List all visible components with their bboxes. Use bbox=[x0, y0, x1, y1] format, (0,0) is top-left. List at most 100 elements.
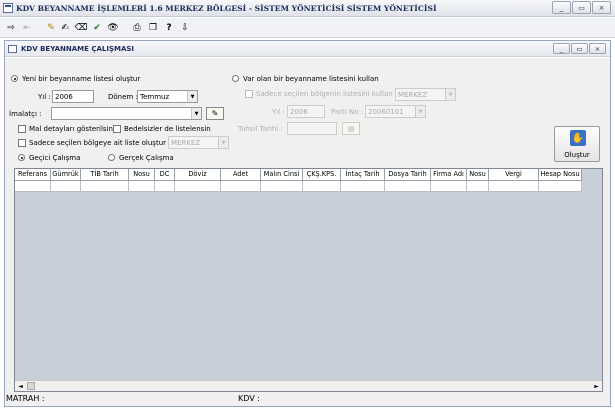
form-minimize-button[interactable]: _ bbox=[553, 43, 570, 54]
period-label: Dönem : bbox=[108, 93, 138, 101]
main-window: KDV BEYANNAME İŞLEMLERİ 1.6 MERKEZ BÖLGE… bbox=[0, 0, 615, 412]
close-button[interactable]: × bbox=[592, 1, 611, 14]
region-select[interactable]: MERKEZ ▼ bbox=[168, 136, 229, 149]
grid-cell[interactable] bbox=[155, 181, 175, 192]
form-close-button[interactable]: × bbox=[589, 43, 606, 54]
help-icon[interactable]: ? bbox=[162, 21, 176, 35]
grid-col-nosu[interactable]: Nosu bbox=[129, 169, 155, 181]
toolbar: ⇨ ⇤ ✎ ✍ ⌫ ✔ 👁 ⎙ ❐ ? ⇩ bbox=[0, 18, 615, 38]
form-window-controls: _ ▭ × bbox=[553, 43, 606, 54]
year-label: Yıl : bbox=[38, 93, 51, 101]
edit-icon[interactable]: ✍ bbox=[58, 21, 72, 35]
grid-cell[interactable] bbox=[341, 181, 385, 192]
existing-region-value: MERKEZ bbox=[398, 91, 428, 99]
checkbox-region[interactable] bbox=[18, 139, 26, 147]
edit-form-icon: ✎ bbox=[211, 109, 219, 118]
grid-cell[interactable] bbox=[15, 181, 51, 192]
year-input[interactable]: 2006 bbox=[52, 90, 94, 103]
grid-col-intac-tarih[interactable]: İntaç Tarih bbox=[341, 169, 385, 181]
grid-cell[interactable] bbox=[129, 181, 155, 192]
grid-cell[interactable] bbox=[303, 181, 341, 192]
radio-gecici[interactable] bbox=[18, 154, 25, 161]
grid-col-nosu-2[interactable]: Nosu bbox=[467, 169, 489, 181]
radio-new-list[interactable] bbox=[11, 75, 18, 82]
tahsil-input[interactable] bbox=[287, 122, 337, 135]
grid-col-tib-tarih[interactable]: TİB Tarih bbox=[81, 169, 129, 181]
existing-year-input[interactable]: 2006 bbox=[287, 105, 325, 118]
grid-cell[interactable] bbox=[431, 181, 467, 192]
grid-cell[interactable] bbox=[221, 181, 261, 192]
checkbox-region-label: Sadece seçilen bölgeye ait liste oluştur bbox=[29, 139, 167, 147]
disabled-icon[interactable]: ⇤ bbox=[20, 21, 34, 35]
form-maximize-button[interactable]: ▭ bbox=[571, 43, 588, 54]
maker-select[interactable]: ▼ bbox=[51, 107, 202, 120]
existing-region-select[interactable]: MERKEZ ▼ bbox=[395, 88, 456, 101]
checkbox-existing-region[interactable] bbox=[245, 90, 253, 98]
checkbox-mal-detay-label: Mal detayları gösterilsin bbox=[29, 125, 113, 133]
window-icon[interactable]: ❐ bbox=[146, 21, 160, 35]
existing-parti-select[interactable]: 20060101 ▼ bbox=[365, 105, 426, 118]
grid-col-cks-kps[interactable]: ÇKŞ.KPS. bbox=[303, 169, 341, 181]
binoculars-icon[interactable]: 👁 bbox=[106, 21, 120, 35]
region-value: MERKEZ bbox=[171, 139, 201, 147]
table-row[interactable] bbox=[15, 181, 582, 192]
door-icon[interactable]: ⇩ bbox=[178, 21, 192, 35]
radio-gercek[interactable] bbox=[108, 154, 115, 161]
grid-col-malin-cinsi[interactable]: Malın Cinsi bbox=[261, 169, 303, 181]
maker-edit-button[interactable]: ✎ bbox=[206, 107, 224, 120]
grid-col-hesap-nosu[interactable]: Hesap Nosu bbox=[539, 169, 582, 181]
radio-gercek-label: Gerçek Çalışma bbox=[119, 154, 174, 162]
grid-cell[interactable] bbox=[261, 181, 303, 192]
grid-col-referans[interactable]: Referans bbox=[15, 169, 51, 181]
hand-icon: ✋ bbox=[570, 130, 586, 146]
grid-cell[interactable] bbox=[81, 181, 129, 192]
matrah-label: MATRAH : bbox=[6, 394, 45, 403]
checkbox-bedelsiz[interactable] bbox=[113, 125, 121, 133]
grid-col-adet[interactable]: Adet bbox=[221, 169, 261, 181]
grid-cell[interactable] bbox=[467, 181, 489, 192]
form-icon bbox=[8, 45, 17, 53]
checkbox-bedelsiz-label: Bedelsizler de listelensin bbox=[124, 125, 211, 133]
checkbox-mal-detay[interactable] bbox=[18, 125, 26, 133]
pen-icon[interactable]: ✎ bbox=[44, 21, 58, 35]
maximize-button[interactable]: ▭ bbox=[572, 1, 591, 14]
chevron-down-icon: ▼ bbox=[191, 108, 201, 119]
tahsil-calendar-button[interactable]: ▦ bbox=[342, 122, 360, 135]
grid-cell[interactable] bbox=[51, 181, 81, 192]
grid-col-gumruk[interactable]: Gümrük bbox=[51, 169, 81, 181]
print-icon[interactable]: ⎙ bbox=[130, 21, 144, 35]
calendar-icon: ▦ bbox=[347, 124, 355, 133]
checkbox-existing-region-label: Sadece seçilen bölgenin listesini kullan bbox=[256, 90, 393, 98]
scroll-right-icon[interactable]: ► bbox=[591, 381, 602, 391]
totals-bar: MATRAH : KDV : bbox=[6, 394, 606, 406]
grid-cell[interactable] bbox=[175, 181, 221, 192]
existing-year-label: Yıl : bbox=[272, 108, 285, 116]
minimize-button[interactable]: _ bbox=[552, 1, 571, 14]
create-button-label: Oluştur bbox=[564, 151, 590, 159]
grid-cell[interactable] bbox=[539, 181, 582, 192]
create-button[interactable]: ✋ Oluştur bbox=[554, 126, 600, 162]
check-icon[interactable]: ✔ bbox=[90, 21, 104, 35]
scroll-thumb[interactable] bbox=[27, 382, 35, 390]
form-titlebar: KDV BEYANNAME ÇALIŞMASI _ ▭ × bbox=[5, 41, 610, 57]
window-title: KDV BEYANNAME İŞLEMLERİ 1.6 MERKEZ BÖLGE… bbox=[16, 4, 437, 13]
exit-icon[interactable]: ⇨ bbox=[4, 21, 18, 35]
existing-parti-value: 20060101 bbox=[368, 108, 404, 116]
grid-cell[interactable] bbox=[489, 181, 539, 192]
grid-col-firma-adi[interactable]: Firma Adı bbox=[431, 169, 467, 181]
period-select[interactable]: Temmuz ▼ bbox=[137, 90, 198, 103]
scroll-left-icon[interactable]: ◄ bbox=[15, 381, 26, 391]
radio-existing-list-label: Var olan bir beyanname listesini kullan bbox=[243, 75, 379, 83]
radio-existing-list[interactable] bbox=[232, 75, 239, 82]
data-grid[interactable]: Referans Gümrük TİB Tarih Nosu DC Döviz … bbox=[14, 168, 603, 392]
grid-col-dosya-tarih[interactable]: Dosya Tarih bbox=[385, 169, 431, 181]
grid-cell[interactable] bbox=[385, 181, 431, 192]
grid-header: Referans Gümrük TİB Tarih Nosu DC Döviz … bbox=[15, 169, 582, 181]
chevron-down-icon: ▼ bbox=[187, 91, 197, 102]
horizontal-scrollbar[interactable]: ◄ ► bbox=[15, 380, 602, 391]
grid-col-vergi[interactable]: Vergi bbox=[489, 169, 539, 181]
app-icon bbox=[3, 3, 13, 13]
grid-col-doviz[interactable]: Döviz bbox=[175, 169, 221, 181]
grid-col-dc[interactable]: DC bbox=[155, 169, 175, 181]
eraser-icon[interactable]: ⌫ bbox=[74, 21, 88, 35]
